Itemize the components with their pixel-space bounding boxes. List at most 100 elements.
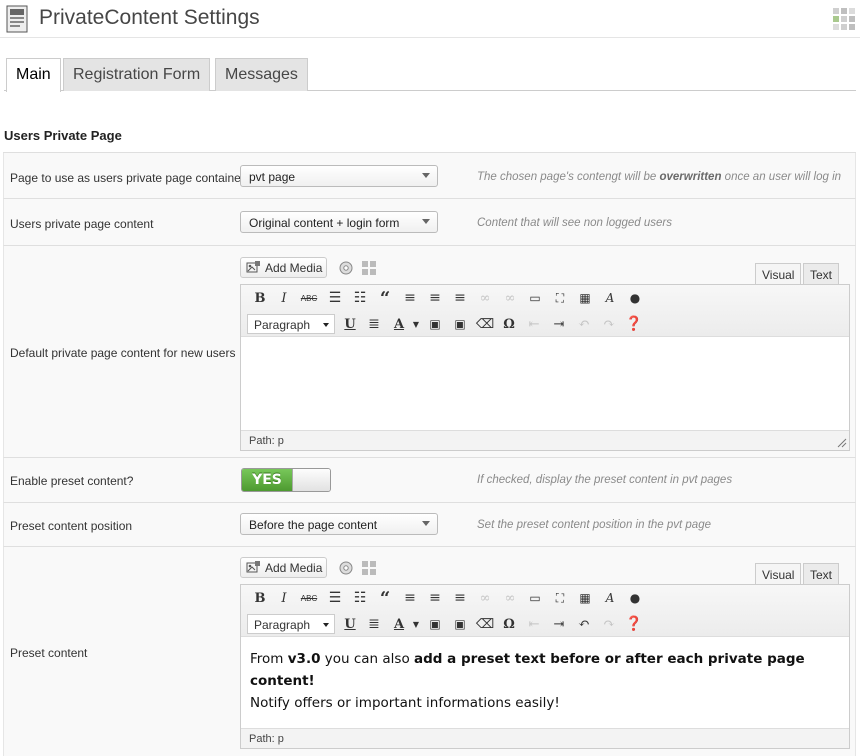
setting-label: Enable preset content? <box>10 474 134 488</box>
outdent-icon[interactable]: ⇤ <box>525 315 543 333</box>
toolbar-toggle-icon[interactable]: ▦ <box>576 289 594 307</box>
help-icon[interactable]: ❓ <box>625 315 643 333</box>
private-content-select[interactable]: Original content + login form <box>240 211 438 233</box>
gallery-icon[interactable] <box>338 560 354 576</box>
align-right-icon[interactable]: ≡ <box>451 589 469 607</box>
add-media-button[interactable]: Add Media <box>240 557 327 578</box>
paste-text-icon[interactable]: ▣ <box>426 615 444 633</box>
user-icon[interactable]: ● <box>626 289 644 307</box>
align-center-icon[interactable]: ≡ <box>426 289 444 307</box>
indent-icon[interactable]: ⇥ <box>550 615 568 633</box>
bullet-list-icon[interactable]: ☰ <box>326 589 344 607</box>
tab-text[interactable]: Text <box>803 563 840 585</box>
content-line-2: Notify offers or important informations … <box>250 695 560 711</box>
toolbar-toggle-icon[interactable]: ▦ <box>576 589 594 607</box>
special-character-icon[interactable]: Ω <box>500 315 518 333</box>
grid-layout-icon[interactable] <box>361 560 377 576</box>
read-more-icon[interactable]: ▭ <box>526 589 544 607</box>
blockquote-icon[interactable]: “ <box>376 588 394 609</box>
setting-label: Users private page content <box>10 217 154 231</box>
strikethrough-icon[interactable]: ABC <box>300 589 318 607</box>
tab-visual[interactable]: Visual <box>755 563 802 585</box>
tab-messages[interactable]: Messages <box>215 58 308 91</box>
underline-icon[interactable]: U <box>341 315 359 333</box>
section-title: Users Private Page <box>4 128 122 143</box>
tab-text[interactable]: Text <box>803 263 840 285</box>
outdent-icon[interactable]: ⇤ <box>525 615 543 633</box>
setting-label: Page to use as users private page contai… <box>10 171 245 185</box>
chevron-down-icon <box>422 219 430 224</box>
editor-path: Path: p <box>241 728 849 748</box>
clear-formatting-icon[interactable]: ⌫ <box>476 615 494 633</box>
link-icon[interactable]: ∞ <box>476 289 494 307</box>
underline-icon[interactable]: U <box>341 615 359 633</box>
bold-icon[interactable]: B <box>251 589 269 607</box>
redo-icon[interactable]: ↷ <box>600 615 618 633</box>
align-right-icon[interactable]: ≡ <box>451 289 469 307</box>
italic-icon[interactable]: I <box>275 589 293 607</box>
setting-label: Preset content <box>10 646 88 660</box>
align-left-icon[interactable]: ≡ <box>401 289 419 307</box>
editor-content[interactable]: From v3.0 you can also add a preset text… <box>241 638 849 728</box>
gallery-icon[interactable] <box>338 260 354 276</box>
editor-toolbar: B I ABC ☰ ☷ “ ≡ ≡ ≡ ∞ ∞ ▭ ⛶ ▦ A ● Paragr… <box>241 285 849 337</box>
bold-icon[interactable]: B <box>251 289 269 307</box>
paste-word-icon[interactable]: ▣ <box>451 615 469 633</box>
bullet-list-icon[interactable]: ☰ <box>326 289 344 307</box>
page-header: PrivateContent Settings <box>0 0 860 38</box>
page-settings-icon <box>6 5 28 33</box>
clear-formatting-icon[interactable]: ⌫ <box>476 315 494 333</box>
undo-icon[interactable]: ↶ <box>575 315 593 333</box>
link-icon[interactable]: ∞ <box>476 589 494 607</box>
indent-icon[interactable]: ⇥ <box>550 315 568 333</box>
tab-registration-form[interactable]: Registration Form <box>63 58 211 91</box>
italic-icon[interactable]: I <box>275 289 293 307</box>
undo-icon[interactable]: ↶ <box>575 615 593 633</box>
text-color-icon[interactable]: A <box>390 615 408 633</box>
tab-visual[interactable]: Visual <box>755 263 802 285</box>
paste-word-icon[interactable]: ▣ <box>451 315 469 333</box>
format-select[interactable]: Paragraph <box>247 314 335 334</box>
read-more-icon[interactable]: ▭ <box>526 289 544 307</box>
editor-content[interactable] <box>241 338 849 430</box>
paste-text-icon[interactable]: ▣ <box>426 315 444 333</box>
redo-icon[interactable]: ↷ <box>600 315 618 333</box>
numbered-list-icon[interactable]: ☷ <box>351 289 369 307</box>
fullscreen-icon[interactable]: ⛶ <box>551 289 569 307</box>
toggle-on-label: YES <box>242 469 292 491</box>
format-select[interactable]: Paragraph <box>247 614 335 634</box>
text-color-icon[interactable]: A <box>390 315 408 333</box>
fullscreen-icon[interactable]: ⛶ <box>551 589 569 607</box>
special-character-icon[interactable]: Ω <box>500 615 518 633</box>
justify-icon[interactable]: ≣ <box>365 315 383 333</box>
user-icon[interactable]: ● <box>626 589 644 607</box>
setting-row-preset-position: Preset content position Before the page … <box>3 503 856 547</box>
enable-preset-toggle[interactable]: YES <box>241 468 331 492</box>
unlink-icon[interactable]: ∞ <box>501 589 519 607</box>
chevron-down-icon[interactable]: ▼ <box>407 615 425 633</box>
setting-hint: Set the preset content position in the p… <box>477 519 711 531</box>
default-content-editor: Add Media Visual Text B I ABC ☰ ☷ “ ≡ ≡ … <box>240 257 850 451</box>
tab-main[interactable]: Main <box>6 58 61 92</box>
setting-row-preset-content: Preset content Add Media Visual Text B I… <box>3 547 856 756</box>
toggle-knob <box>292 469 330 491</box>
strikethrough-icon[interactable]: ABC <box>300 289 318 307</box>
help-icon[interactable]: ❓ <box>625 615 643 633</box>
align-center-icon[interactable]: ≡ <box>426 589 444 607</box>
chevron-down-icon[interactable]: ▼ <box>407 315 425 333</box>
container-page-select[interactable]: pvt page <box>240 165 438 187</box>
style-icon[interactable]: A <box>601 589 619 607</box>
unlink-icon[interactable]: ∞ <box>501 289 519 307</box>
preset-position-select[interactable]: Before the page content <box>240 513 438 535</box>
add-media-button[interactable]: Add Media <box>240 257 327 278</box>
justify-icon[interactable]: ≣ <box>365 615 383 633</box>
setting-hint: Content that will see non logged users <box>477 217 672 229</box>
resize-grip-icon[interactable] <box>837 438 847 448</box>
grid-icon[interactable] <box>832 7 856 31</box>
blockquote-icon[interactable]: “ <box>376 288 394 309</box>
chevron-down-icon <box>323 323 329 327</box>
style-icon[interactable]: A <box>601 289 619 307</box>
grid-layout-icon[interactable] <box>361 260 377 276</box>
align-left-icon[interactable]: ≡ <box>401 589 419 607</box>
numbered-list-icon[interactable]: ☷ <box>351 589 369 607</box>
